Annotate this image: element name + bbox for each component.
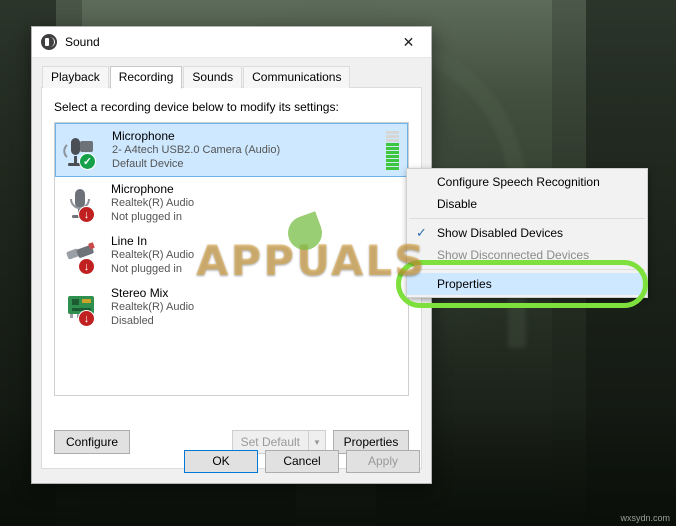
list-item[interactable]: ↓ Line In Realtek(R) Audio Not plugged i… xyxy=(55,229,408,281)
corner-credit: wxsydn.com xyxy=(620,513,670,523)
context-menu: Configure Speech Recognition Disable ✓ S… xyxy=(406,168,648,298)
status-badge: ↓ xyxy=(78,258,95,275)
tabstrip: Playback Recording Sounds Communications xyxy=(32,58,431,89)
menu-item-disable[interactable]: Disable xyxy=(407,193,647,215)
device-detail: 2- A4tech USB2.0 Camera (Audio) xyxy=(112,143,281,156)
speaker-icon xyxy=(41,34,57,50)
device-text: Microphone 2- A4tech USB2.0 Camera (Audi… xyxy=(112,129,386,172)
status-badge: ✓ xyxy=(79,153,96,170)
list-item[interactable]: ✓ Microphone 2- A4tech USB2.0 Camera (Au… xyxy=(55,123,408,177)
device-detail: Realtek(R) Audio xyxy=(111,196,195,209)
device-list[interactable]: ✓ Microphone 2- A4tech USB2.0 Camera (Au… xyxy=(54,122,409,396)
status-badge: ↓ xyxy=(78,310,95,327)
level-meter xyxy=(386,130,399,170)
menu-separator xyxy=(409,218,645,219)
close-icon[interactable]: ✕ xyxy=(386,28,431,57)
device-status: Not plugged in xyxy=(111,210,182,223)
menu-item-label: Disable xyxy=(437,197,478,211)
panel-prompt: Select a recording device below to modif… xyxy=(54,100,339,114)
tab-playback[interactable]: Playback xyxy=(42,66,109,88)
device-name: Stereo Mix xyxy=(111,285,169,300)
tab-communications[interactable]: Communications xyxy=(243,66,351,88)
device-text: Microphone Realtek(R) Audio Not plugged … xyxy=(111,182,404,225)
recording-panel: Select a recording device below to modif… xyxy=(41,88,422,469)
status-badge: ↓ xyxy=(78,206,95,223)
device-name: Microphone xyxy=(112,128,175,143)
menu-item-show-disconnected-devices[interactable]: Show Disconnected Devices xyxy=(407,244,647,266)
menu-separator xyxy=(409,269,645,270)
cancel-button[interactable]: Cancel xyxy=(265,449,339,473)
dialog-footer: OK Cancel Apply xyxy=(32,439,431,483)
microphone-icon: ↓ xyxy=(61,181,105,225)
menu-item-show-disabled-devices[interactable]: ✓ Show Disabled Devices xyxy=(407,222,647,244)
sound-dialog: Sound ✕ Playback Recording Sounds Commun… xyxy=(31,26,432,484)
menu-item-properties[interactable]: Properties xyxy=(407,273,647,295)
list-item[interactable]: ↓ Microphone Realtek(R) Audio Not plugge… xyxy=(55,177,408,229)
dialog-title: Sound xyxy=(65,35,100,49)
line-in-icon: ↓ xyxy=(61,233,105,277)
microphone-icon: ✓ xyxy=(62,128,106,172)
device-text: Stereo Mix Realtek(R) Audio Disabled xyxy=(111,286,404,329)
menu-item-label: Properties xyxy=(437,277,492,291)
check-icon: ✓ xyxy=(416,225,427,240)
device-status: Default Device xyxy=(112,157,184,170)
list-item[interactable]: ↓ Stereo Mix Realtek(R) Audio Disabled xyxy=(55,281,408,333)
dialog-titlebar: Sound ✕ xyxy=(32,27,431,58)
menu-item-label: Configure Speech Recognition xyxy=(437,175,600,189)
device-detail: Realtek(R) Audio xyxy=(111,300,195,313)
apply-button[interactable]: Apply xyxy=(346,449,420,473)
device-name: Line In xyxy=(111,233,148,248)
menu-item-configure-speech-recognition[interactable]: Configure Speech Recognition xyxy=(407,171,647,193)
device-detail: Realtek(R) Audio xyxy=(111,248,195,261)
tab-recording[interactable]: Recording xyxy=(109,66,183,89)
tab-sounds[interactable]: Sounds xyxy=(183,66,243,88)
stereo-mix-icon: ↓ xyxy=(61,285,105,329)
menu-item-label: Show Disabled Devices xyxy=(437,226,564,240)
device-name: Microphone xyxy=(111,181,174,196)
menu-item-label: Show Disconnected Devices xyxy=(437,248,590,262)
device-status: Disabled xyxy=(111,314,154,327)
ok-button[interactable]: OK xyxy=(184,449,258,473)
device-text: Line In Realtek(R) Audio Not plugged in xyxy=(111,234,404,277)
device-status: Not plugged in xyxy=(111,262,182,275)
